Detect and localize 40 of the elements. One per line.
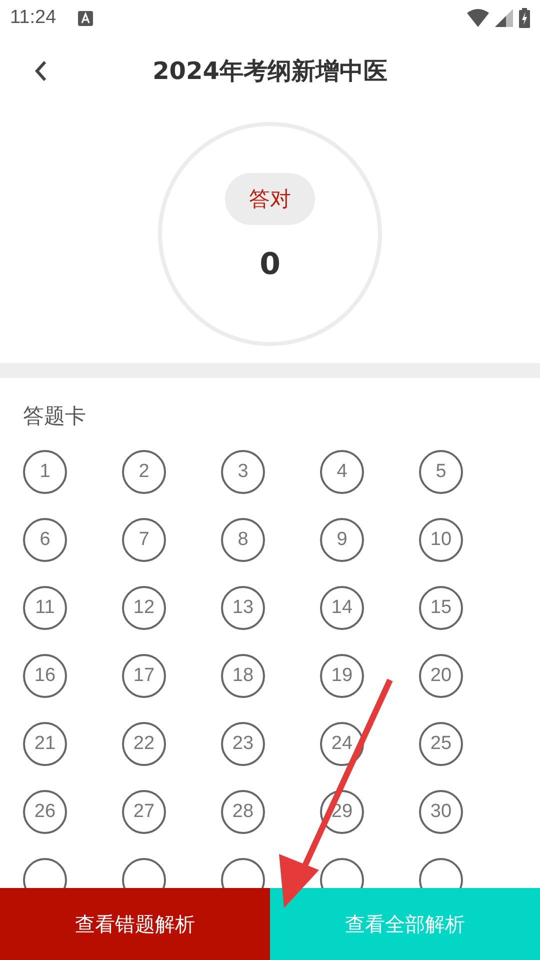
question-number-button[interactable]: 15	[419, 586, 463, 630]
question-number-button[interactable]: 21	[23, 722, 67, 766]
question-number-button[interactable]: 8	[221, 518, 265, 562]
question-number-button[interactable]: 25	[419, 722, 463, 766]
status-time: 11:24	[10, 7, 56, 29]
wrong-answers-button[interactable]: 查看错题解析	[0, 888, 270, 960]
question-number-button[interactable]: 3	[221, 450, 265, 494]
question-number-button[interactable]: 30	[419, 790, 463, 834]
battery-icon	[519, 8, 530, 28]
question-number-button[interactable]: 20	[419, 654, 463, 698]
question-number-button[interactable]: 14	[320, 586, 364, 630]
question-number-button[interactable]: 19	[320, 654, 364, 698]
page-title: 2024年考纲新增中医	[152, 56, 388, 87]
question-number-button[interactable]: 10	[419, 518, 463, 562]
answer-card-title: 答题卡	[23, 403, 87, 430]
wifi-icon	[467, 9, 489, 27]
question-number-button[interactable]: 26	[23, 790, 67, 834]
question-number-button[interactable]: 5	[419, 450, 463, 494]
question-number-button[interactable]: 27	[122, 790, 166, 834]
question-number-button[interactable]: 17	[122, 654, 166, 698]
keyboard-icon	[78, 10, 94, 26]
question-number-button[interactable]: 2	[122, 450, 166, 494]
question-number-button[interactable]: 13	[221, 586, 265, 630]
question-number-button[interactable]: 12	[122, 586, 166, 630]
question-number-button[interactable]: 6	[23, 518, 67, 562]
question-number-button[interactable]: 16	[23, 654, 67, 698]
question-number-button[interactable]: 7	[122, 518, 166, 562]
question-number-button[interactable]: 11	[23, 586, 67, 630]
question-number-button[interactable]: 1	[23, 450, 67, 494]
question-number-button[interactable]: 24	[320, 722, 364, 766]
question-number-button[interactable]: 9	[320, 518, 364, 562]
correct-label: 答对	[225, 173, 315, 225]
correct-count: 0	[260, 247, 280, 282]
question-number-button[interactable]: 23	[221, 722, 265, 766]
question-number-button[interactable]: 28	[221, 790, 265, 834]
question-number-button[interactable]: 4	[320, 450, 364, 494]
back-icon	[34, 60, 48, 82]
question-number-button[interactable]: 22	[122, 722, 166, 766]
question-number-button[interactable]: 18	[221, 654, 265, 698]
signal-icon	[495, 9, 513, 27]
